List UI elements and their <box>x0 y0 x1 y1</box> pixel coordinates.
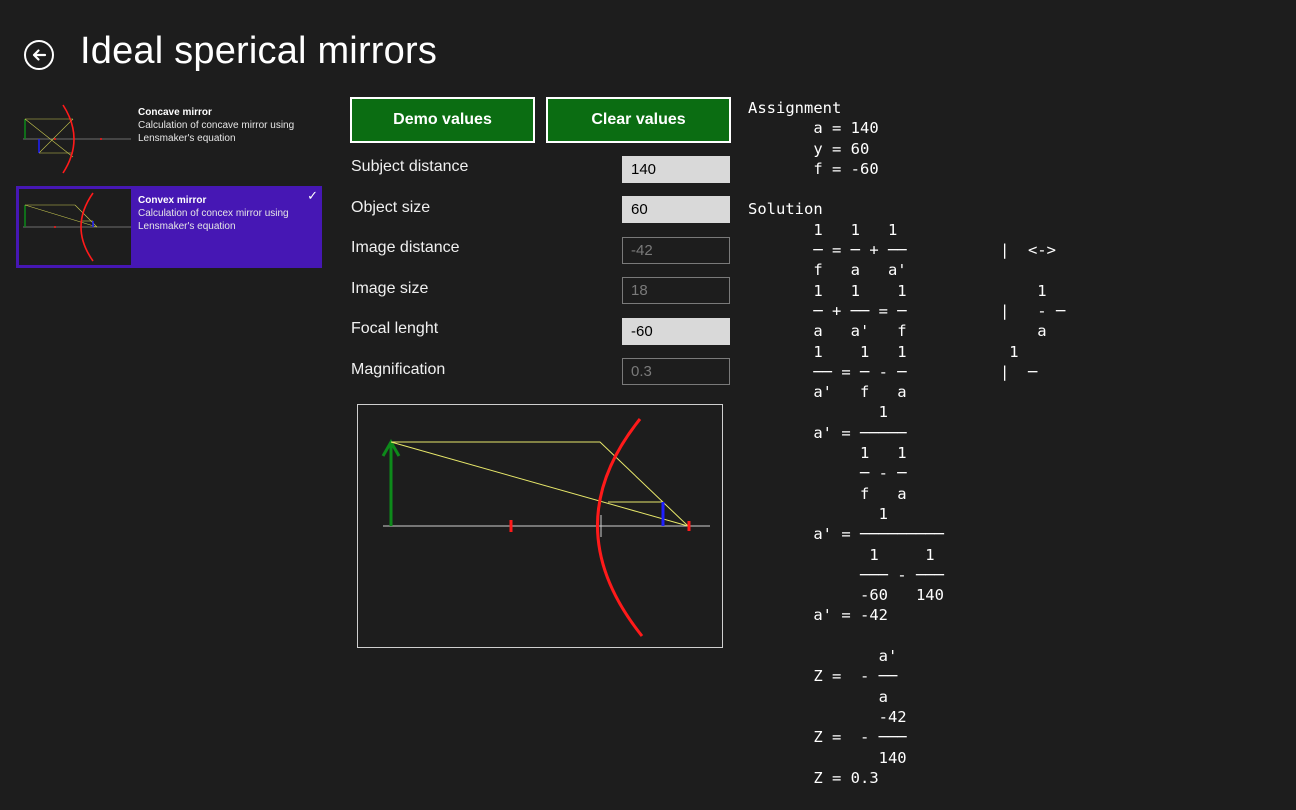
object-size-input[interactable] <box>622 196 730 223</box>
solution-line: f a <box>748 484 907 503</box>
ray-diagram <box>357 404 723 648</box>
solution-line: a <box>748 687 888 706</box>
solution-line: -42 <box>748 707 907 726</box>
magnification-output <box>622 358 730 385</box>
back-arrow-icon <box>32 49 47 61</box>
nav-item-title: Concave mirror <box>138 107 212 118</box>
subject-distance-label: Subject distance <box>351 158 469 175</box>
solution-line: Assignment <box>748 99 842 117</box>
image-distance-label: Image distance <box>351 239 460 256</box>
solution-line: Z = - ── <box>748 667 898 686</box>
solution-line: ─ + ── = ─ | - ─ <box>748 301 1066 320</box>
solution-line <box>748 179 1288 199</box>
solution-line: ─ = ─ + ── | <-> <box>748 241 1056 260</box>
solution-line: 1 1 1 1 <box>748 281 1047 300</box>
solution-line: 1 1 1 1 <box>748 342 1019 361</box>
convex-mirror-thumbnail <box>19 189 131 265</box>
solution-line: y = 60 <box>748 139 870 158</box>
magnification-label: Magnification <box>351 361 446 378</box>
solution-line: Z = 0.3 <box>748 768 879 787</box>
nav-item-title: Convex mirror <box>138 195 207 206</box>
focal-length-label: Focal lenght <box>351 320 439 337</box>
nav-item-description: Calculation of concex mirror using <box>138 208 289 219</box>
object-size-label: Object size <box>351 199 431 216</box>
solution-line: f a a' <box>748 261 907 280</box>
solution-line <box>748 626 1288 646</box>
demo-values-button[interactable]: Demo values <box>350 97 535 143</box>
nav-item-description: Lensmaker's equation <box>138 133 236 144</box>
image-distance-output <box>622 237 730 264</box>
solution-line: ─ - ─ <box>748 464 907 483</box>
solution-line: f = -60 <box>748 159 879 178</box>
nav-item-description: Calculation of concave mirror using <box>138 120 295 131</box>
solution-line: 1 1 <box>748 545 935 564</box>
solution-line: 1 1 <box>748 444 907 463</box>
solution-line: a' <box>748 647 898 666</box>
solution-line: a' = -42 <box>748 606 888 625</box>
solution-line: a = 140 <box>748 119 879 138</box>
nav-item-concave-mirror[interactable]: Concave mirror Calculation of concave mi… <box>16 98 322 180</box>
concave-mirror-thumbnail <box>19 101 131 177</box>
solution-line: ─── - ─── <box>748 565 944 584</box>
image-size-output <box>622 277 730 304</box>
image-size-label: Image size <box>351 280 429 297</box>
solution-line: a' = ───── <box>748 423 907 442</box>
solution-line: a a' f a <box>748 322 1047 341</box>
nav-item-description: Lensmaker's equation <box>138 221 236 232</box>
nav-item-convex-mirror[interactable]: Convex mirror Calculation of concex mirr… <box>16 186 322 268</box>
solution-line: a' = ───────── <box>748 525 944 544</box>
solution-line: Z = - ─── <box>748 728 907 747</box>
page-title: Ideal sperical mirrors <box>80 30 438 72</box>
solution-line: 1 1 1 <box>748 220 898 239</box>
solution-panel: Assignment a = 140 y = 60 f = -60 Solutio… <box>748 98 1288 788</box>
focal-length-input[interactable] <box>622 318 730 345</box>
solution-line: a' f a <box>748 383 907 402</box>
solution-line: 140 <box>748 748 907 767</box>
solution-line: 1 <box>748 403 888 422</box>
subject-distance-input[interactable] <box>622 156 730 183</box>
solution-line: 1 <box>748 504 888 523</box>
solution-line: ── = ─ - ─ | ─ <box>748 362 1038 381</box>
solution-line: -60 140 <box>748 586 944 605</box>
convex-mirror <box>596 418 644 637</box>
solution-line: Solution <box>748 200 823 219</box>
clear-values-button[interactable]: Clear values <box>546 97 731 143</box>
back-button[interactable] <box>24 40 54 70</box>
checkmark-icon: ✓ <box>307 188 318 203</box>
